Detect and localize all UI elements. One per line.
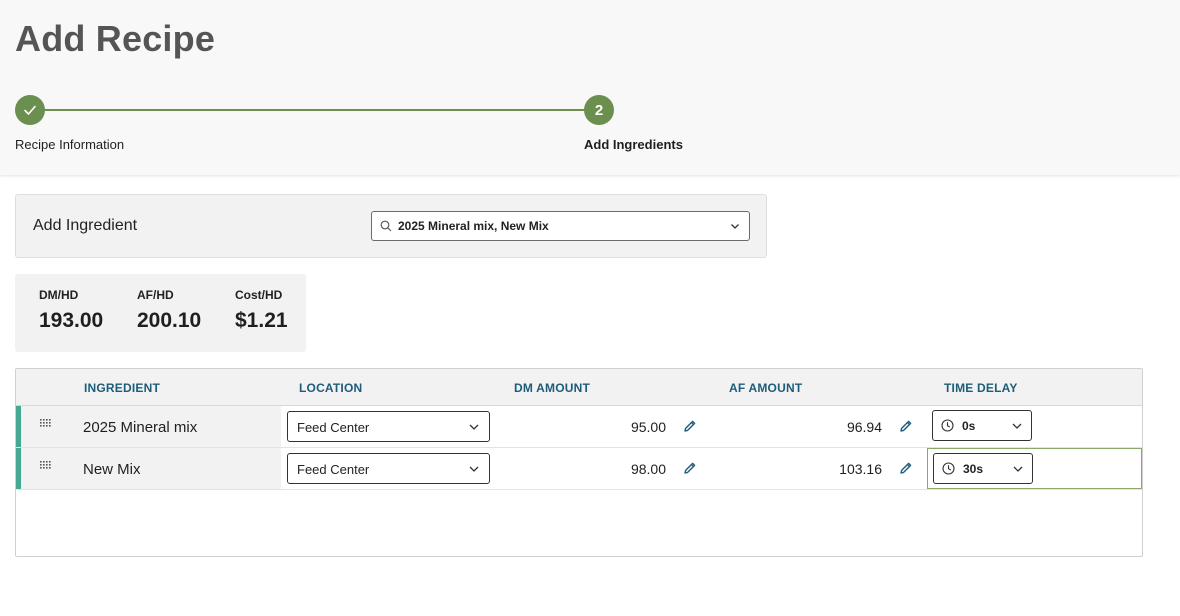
recipe-totals-panel: DM/HD 193.00 AF/HD 200.10 Cost/HD $1.21 — [15, 274, 306, 352]
row-accent-bar — [16, 406, 21, 447]
row-accent-bar — [16, 448, 21, 489]
af-amount-value: 103.16 — [839, 461, 882, 477]
stat-dm-hd: DM/HD 193.00 — [39, 288, 103, 333]
page-title: Add Recipe — [15, 18, 216, 59]
drag-handle-icon[interactable] — [40, 461, 52, 471]
column-header-location[interactable]: LOCATION — [299, 381, 362, 395]
column-header-ingredient[interactable]: INGREDIENT — [84, 381, 160, 395]
search-icon — [380, 220, 392, 232]
table-row: 2025 Mineral mix Feed Center 95.00 96.94… — [16, 406, 1142, 448]
stat-value: 193.00 — [39, 309, 104, 332]
edit-pencil-icon[interactable] — [899, 419, 913, 433]
column-header-af-amount[interactable]: AF AMOUNT — [729, 381, 802, 395]
check-icon — [24, 105, 36, 115]
stat-value: $1.21 — [235, 309, 288, 332]
time-delay-value: 30s — [963, 462, 984, 476]
clock-icon — [941, 419, 954, 432]
dm-amount-value: 98.00 — [630, 461, 666, 477]
stat-cost-hd: Cost/HD $1.21 — [235, 288, 288, 333]
step-2-indicator[interactable]: 2 — [584, 95, 614, 125]
ingredient-name: New Mix — [83, 461, 141, 478]
time-delay-cell-focused: 30s — [927, 448, 1142, 489]
ingredient-name: 2025 Mineral mix — [83, 419, 198, 436]
location-select[interactable]: Feed Center — [287, 411, 490, 442]
location-select[interactable]: Feed Center — [287, 453, 490, 484]
chevron-down-icon — [469, 466, 479, 472]
time-delay-select[interactable]: 30s — [933, 453, 1033, 484]
location-select-value: Feed Center — [297, 462, 370, 477]
clock-icon — [942, 462, 955, 475]
dm-amount-value: 95.00 — [630, 419, 666, 435]
edit-pencil-icon[interactable] — [683, 461, 697, 475]
af-amount-value: 96.94 — [846, 419, 882, 435]
step-2-label[interactable]: Add Ingredients — [584, 137, 683, 152]
stat-label: DM/HD — [39, 288, 79, 302]
ingredient-select-value: 2025 Mineral mix, New Mix — [398, 219, 549, 233]
stat-value: 200.10 — [137, 309, 202, 332]
add-ingredient-label: Add Ingredient — [33, 217, 138, 234]
add-ingredient-panel: Add Ingredient 2025 Mineral mix, New Mix — [15, 194, 767, 258]
stat-af-hd: AF/HD 200.10 — [137, 288, 201, 333]
edit-pencil-icon[interactable] — [899, 461, 913, 475]
chevron-down-icon — [1012, 423, 1022, 429]
drag-handle-icon[interactable] — [40, 419, 52, 429]
ingredients-table: INGREDIENT LOCATION DM AMOUNT AF AMOUNT … — [15, 368, 1143, 557]
ingredient-cell — [21, 448, 281, 489]
table-header-row: INGREDIENT LOCATION DM AMOUNT AF AMOUNT … — [16, 369, 1142, 406]
stepper-progress-line — [30, 109, 600, 111]
step-1-label[interactable]: Recipe Information — [15, 137, 124, 152]
stat-label: Cost/HD — [235, 288, 283, 302]
column-header-time-delay[interactable]: TIME DELAY — [944, 381, 1018, 395]
chevron-down-icon — [469, 424, 479, 430]
table-row: New Mix Feed Center 98.00 103.16 30s — [16, 448, 1142, 490]
chevron-down-icon — [1013, 466, 1023, 472]
edit-pencil-icon[interactable] — [683, 419, 697, 433]
location-select-value: Feed Center — [297, 420, 370, 435]
time-delay-value: 0s — [962, 419, 976, 433]
column-header-dm-amount[interactable]: DM AMOUNT — [514, 381, 590, 395]
step-1-complete-indicator[interactable] — [15, 95, 45, 125]
ingredient-search-select[interactable]: 2025 Mineral mix, New Mix — [371, 211, 750, 241]
time-delay-cell: 0s — [927, 406, 1142, 447]
page-header: Add Recipe 2 Recipe Information Add Ingr… — [0, 0, 1180, 175]
chevron-down-icon — [731, 224, 739, 229]
stat-label: AF/HD — [137, 288, 174, 302]
time-delay-select[interactable]: 0s — [932, 410, 1032, 441]
